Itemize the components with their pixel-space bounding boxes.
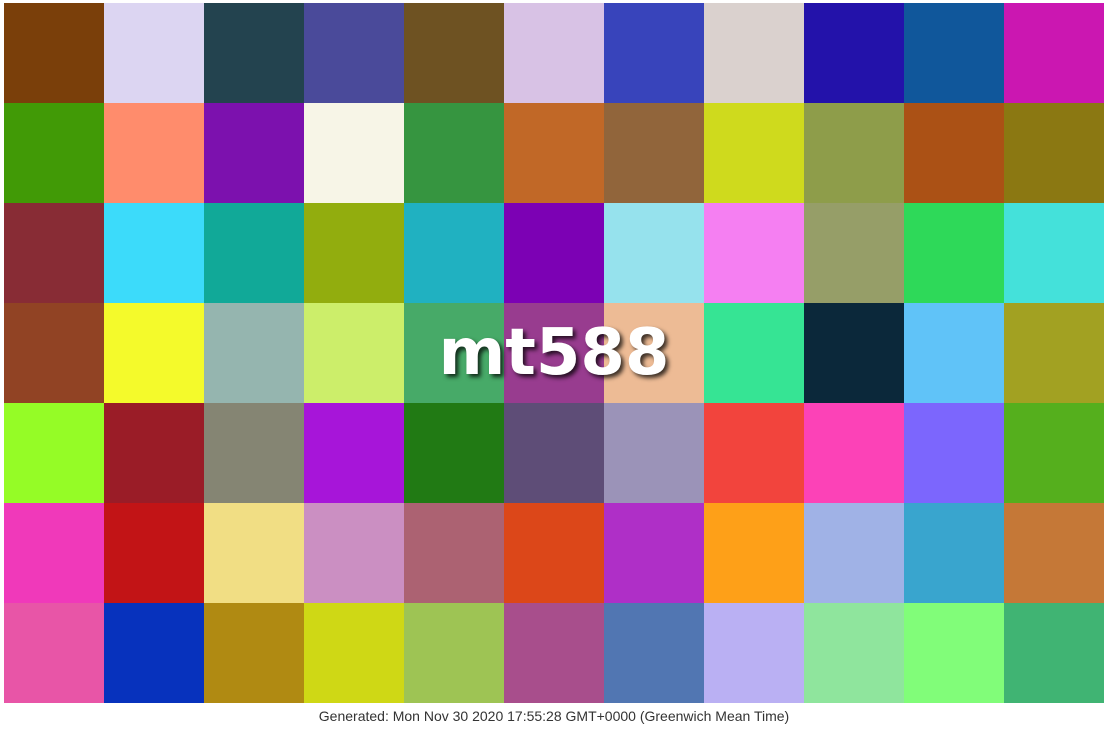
color-swatch <box>4 303 104 403</box>
color-swatch <box>204 303 304 403</box>
color-swatch <box>104 3 204 103</box>
color-swatch <box>1004 3 1104 103</box>
color-swatch <box>1004 603 1104 703</box>
color-swatch <box>604 603 704 703</box>
color-swatch <box>304 303 404 403</box>
color-swatch <box>304 503 404 603</box>
color-swatch <box>404 603 504 703</box>
color-swatch <box>604 303 704 403</box>
color-swatch <box>604 3 704 103</box>
color-swatch <box>804 303 904 403</box>
color-swatch <box>204 203 304 303</box>
color-swatch <box>204 503 304 603</box>
color-swatch <box>504 203 604 303</box>
color-grid <box>4 3 1104 703</box>
color-swatch <box>704 3 804 103</box>
color-swatch <box>104 503 204 603</box>
color-swatch <box>904 203 1004 303</box>
color-swatch <box>104 103 204 203</box>
color-swatch <box>204 103 304 203</box>
color-swatch <box>704 203 804 303</box>
color-swatch <box>304 203 404 303</box>
color-swatch <box>1004 203 1104 303</box>
color-swatch <box>804 103 904 203</box>
color-swatch <box>904 3 1004 103</box>
color-swatch <box>904 503 1004 603</box>
color-swatch <box>704 503 804 603</box>
color-swatch <box>804 603 904 703</box>
color-swatch <box>604 503 704 603</box>
color-swatch <box>504 3 604 103</box>
generated-timestamp: Generated: Mon Nov 30 2020 17:55:28 GMT+… <box>318 708 790 724</box>
color-swatch <box>704 103 804 203</box>
color-grid-container: mt588 <box>4 3 1104 703</box>
color-swatch <box>1004 303 1104 403</box>
color-swatch <box>104 303 204 403</box>
color-swatch <box>704 603 804 703</box>
color-swatch <box>304 103 404 203</box>
color-swatch <box>804 3 904 103</box>
color-swatch <box>404 403 504 503</box>
color-swatch <box>4 403 104 503</box>
color-swatch <box>4 3 104 103</box>
color-swatch <box>404 203 504 303</box>
color-swatch <box>4 103 104 203</box>
color-swatch <box>604 203 704 303</box>
color-swatch <box>904 603 1004 703</box>
color-swatch <box>804 203 904 303</box>
color-swatch <box>304 3 404 103</box>
color-swatch <box>1004 103 1104 203</box>
color-swatch <box>104 403 204 503</box>
color-swatch <box>504 603 604 703</box>
color-swatch <box>1004 403 1104 503</box>
color-swatch <box>504 103 604 203</box>
color-swatch <box>404 103 504 203</box>
color-swatch <box>504 403 604 503</box>
color-swatch <box>804 503 904 603</box>
color-swatch <box>504 503 604 603</box>
color-swatch <box>4 603 104 703</box>
color-swatch <box>604 103 704 203</box>
color-swatch <box>104 203 204 303</box>
color-swatch <box>204 603 304 703</box>
color-swatch <box>704 303 804 403</box>
color-swatch <box>104 603 204 703</box>
color-swatch <box>904 403 1004 503</box>
color-swatch <box>604 403 704 503</box>
color-swatch <box>704 403 804 503</box>
color-swatch <box>4 203 104 303</box>
color-swatch <box>504 303 604 403</box>
color-swatch <box>904 103 1004 203</box>
color-swatch <box>204 403 304 503</box>
color-swatch <box>804 403 904 503</box>
color-swatch <box>404 503 504 603</box>
color-swatch <box>204 3 304 103</box>
color-swatch <box>404 303 504 403</box>
color-swatch <box>1004 503 1104 603</box>
color-swatch <box>304 403 404 503</box>
color-swatch <box>304 603 404 703</box>
color-swatch <box>904 303 1004 403</box>
color-swatch <box>4 503 104 603</box>
color-swatch <box>404 3 504 103</box>
